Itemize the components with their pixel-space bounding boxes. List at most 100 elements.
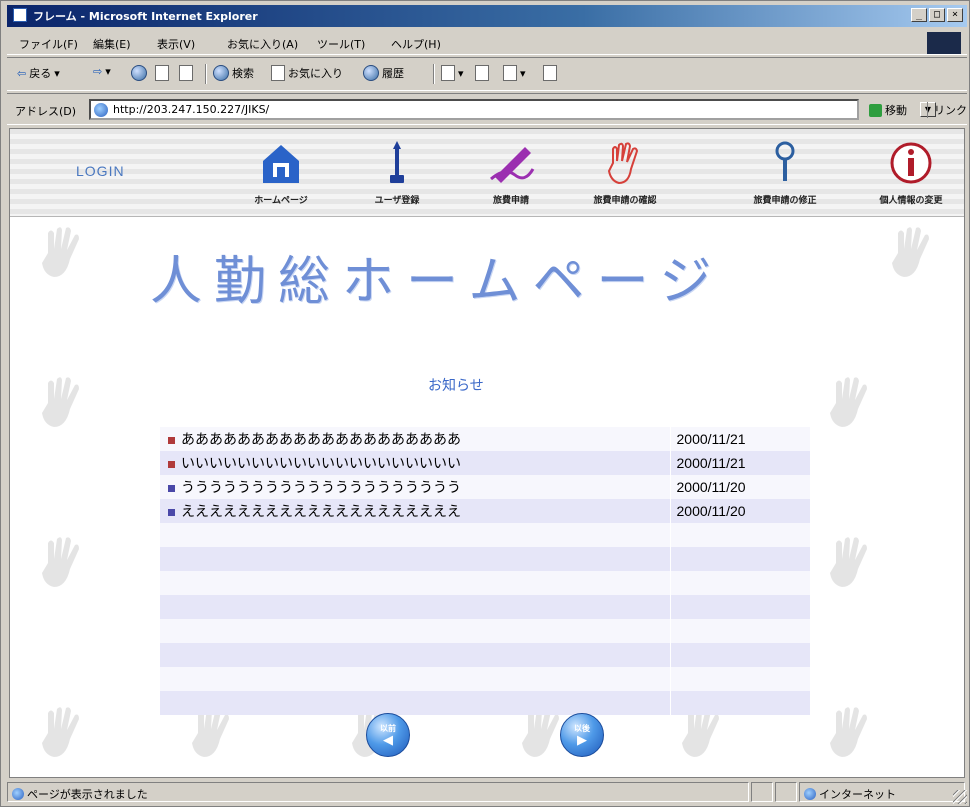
notice-title-text[interactable]: うううううううううううううううううううう bbox=[181, 480, 461, 496]
nav-item-home[interactable]: ホームページ bbox=[226, 139, 336, 213]
nav-label-travel-apply: 旅費申請 bbox=[492, 196, 529, 206]
refresh-button[interactable] bbox=[155, 65, 169, 81]
internet-zone-icon bbox=[804, 788, 816, 800]
favorites-label: お気に入り bbox=[288, 67, 343, 80]
notice-title-cell[interactable] bbox=[160, 667, 671, 691]
address-label: アドレス(D) bbox=[15, 105, 77, 118]
nav-item-travel-apply[interactable]: 旅費申請 bbox=[456, 139, 566, 213]
resize-grip[interactable] bbox=[953, 790, 967, 804]
nav-item-travel-modify[interactable]: 旅費申請の修正 bbox=[730, 139, 840, 213]
notice-title-text[interactable]: ああああああああああああああああああああ bbox=[181, 432, 461, 448]
window-title: フレーム - Microsoft Internet Explorer bbox=[33, 10, 258, 23]
notice-row[interactable] bbox=[160, 571, 810, 595]
search-button[interactable]: 検索 bbox=[213, 65, 254, 81]
print-button[interactable] bbox=[475, 65, 489, 81]
notice-row[interactable]: いいいいいいいいいいいいいいいいいいいい 2000/11/21 bbox=[160, 451, 810, 475]
hand-watermark-icon bbox=[818, 699, 882, 763]
magnifier-icon bbox=[775, 141, 795, 181]
next-button[interactable]: 以後 ▶ bbox=[560, 713, 604, 757]
edit-button[interactable]: ▾ bbox=[503, 65, 526, 81]
nav-label-home: ホームページ bbox=[254, 196, 308, 206]
close-button[interactable]: × bbox=[947, 8, 963, 22]
notice-title-cell[interactable] bbox=[160, 595, 671, 619]
toolbar-separator bbox=[205, 64, 207, 84]
nav-item-profile-change[interactable]: 個人情報の変更 bbox=[856, 139, 964, 213]
notice-title-cell[interactable] bbox=[160, 523, 671, 547]
notice-row[interactable]: うううううううううううううううううううう 2000/11/20 bbox=[160, 475, 810, 499]
back-label: 戻る bbox=[29, 67, 52, 80]
hand-watermark-icon bbox=[30, 529, 94, 593]
hand-watermark-icon bbox=[818, 369, 882, 433]
forward-arrow-icon: ⇨ bbox=[93, 65, 103, 78]
history-button[interactable]: 履歴 bbox=[363, 65, 404, 81]
menu-edit[interactable]: 編集(E) bbox=[93, 36, 131, 52]
notice-date: 2000/11/21 bbox=[670, 451, 810, 475]
menu-tools[interactable]: ツール(T) bbox=[317, 36, 365, 52]
site-navigation: LOGIN ホームページ ユーザ登録 旅費申請 旅費申請の確認 旅費申請の修正 … bbox=[10, 129, 964, 217]
nav-label-profile-change: 個人情報の変更 bbox=[879, 196, 943, 206]
notice-title-cell[interactable] bbox=[160, 571, 671, 595]
menu-help[interactable]: ヘルプ(H) bbox=[391, 36, 441, 52]
notice-title-text[interactable]: いいいいいいいいいいいいいいいいいいいい bbox=[181, 456, 461, 472]
nav-item-user-register[interactable]: ユーザ登録 bbox=[342, 139, 452, 213]
notice-date bbox=[670, 667, 810, 691]
print-icon bbox=[475, 65, 489, 81]
prev-button[interactable]: 以前 ◀ bbox=[366, 713, 410, 757]
notice-title-cell[interactable] bbox=[160, 691, 671, 715]
notice-title-cell[interactable]: いいいいいいいいいいいいいいいいいいいい bbox=[160, 451, 671, 475]
home-button[interactable] bbox=[179, 65, 193, 81]
bullet-icon bbox=[168, 436, 175, 444]
notice-title-cell[interactable]: うううううううううううううううううううう bbox=[160, 475, 671, 499]
ie-app-icon bbox=[13, 8, 27, 22]
page-done-icon bbox=[12, 788, 24, 800]
notice-title-cell[interactable] bbox=[160, 547, 671, 571]
address-input[interactable]: http://203.247.150.227/JIKS/ ▼ bbox=[89, 99, 936, 120]
hand-icon bbox=[607, 142, 639, 185]
notice-row[interactable] bbox=[160, 643, 810, 667]
menu-file[interactable]: ファイル(F) bbox=[19, 36, 78, 52]
login-link[interactable]: LOGIN bbox=[76, 163, 125, 179]
notice-row[interactable] bbox=[160, 547, 810, 571]
notice-date bbox=[670, 523, 810, 547]
go-button[interactable]: 移動 bbox=[869, 102, 907, 118]
notice-row[interactable] bbox=[160, 619, 810, 643]
notice-title-cell[interactable] bbox=[160, 643, 671, 667]
notice-title-text[interactable]: ええええええええええええええええええええ bbox=[181, 504, 461, 520]
discuss-button[interactable] bbox=[543, 65, 557, 81]
favorites-icon bbox=[271, 65, 285, 81]
forward-button[interactable]: ⇨ ▾ bbox=[93, 65, 111, 78]
notice-title-cell[interactable] bbox=[160, 619, 671, 643]
links-button[interactable]: リンク » bbox=[927, 102, 970, 118]
notice-row[interactable] bbox=[160, 691, 810, 715]
nav-label-user-register: ユーザ登録 bbox=[374, 196, 420, 206]
notice-row[interactable] bbox=[160, 595, 810, 619]
menu-favorites[interactable]: お気に入り(A) bbox=[227, 36, 298, 52]
mail-button[interactable]: ▾ bbox=[441, 65, 464, 81]
stop-button[interactable] bbox=[131, 65, 147, 81]
notice-date bbox=[670, 571, 810, 595]
hand-watermark-icon bbox=[30, 369, 94, 433]
notice-row[interactable] bbox=[160, 523, 810, 547]
favorites-button[interactable]: お気に入り bbox=[271, 65, 343, 81]
back-button[interactable]: ⇦ 戻る ▾ bbox=[17, 65, 60, 81]
security-zone-label: インターネット bbox=[819, 788, 896, 801]
notice-date bbox=[670, 691, 810, 715]
minimize-button[interactable]: _ bbox=[911, 8, 927, 22]
nav-label-travel-modify: 旅費申請の修正 bbox=[753, 196, 817, 206]
maximize-button[interactable]: □ bbox=[929, 8, 945, 22]
notice-date bbox=[670, 619, 810, 643]
notice-date: 2000/11/20 bbox=[670, 475, 810, 499]
notice-row[interactable] bbox=[160, 667, 810, 691]
nav-item-travel-confirm[interactable]: 旅費申請の確認 bbox=[570, 139, 680, 213]
refresh-icon bbox=[155, 65, 169, 81]
home-icon bbox=[263, 145, 299, 183]
search-label: 検索 bbox=[232, 67, 254, 80]
hand-watermark-icon bbox=[30, 699, 94, 763]
title-bar: フレーム - Microsoft Internet Explorer _ □ × bbox=[7, 5, 967, 27]
right-arrow-icon: ▶ bbox=[577, 733, 587, 748]
notice-row[interactable]: ああああああああああああああああああああ 2000/11/21 bbox=[160, 427, 810, 451]
notice-title-cell[interactable]: ええええええええええええええええええええ bbox=[160, 499, 671, 523]
menu-view[interactable]: 表示(V) bbox=[157, 36, 195, 52]
notice-row[interactable]: ええええええええええええええええええええ 2000/11/20 bbox=[160, 499, 810, 523]
notice-title-cell[interactable]: ああああああああああああああああああああ bbox=[160, 427, 671, 451]
